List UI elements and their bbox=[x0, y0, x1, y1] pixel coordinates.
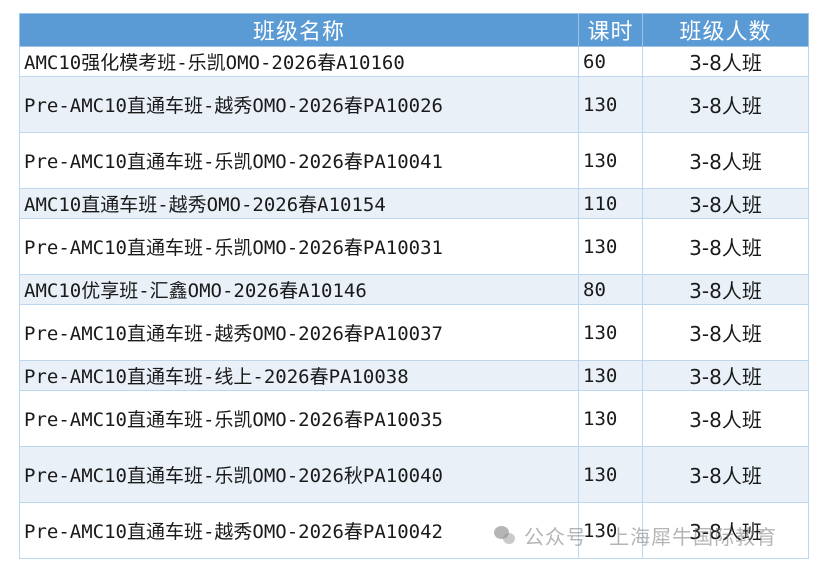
cell-hours: 130 bbox=[578, 390, 643, 447]
header-class-size: 班级人数 bbox=[642, 13, 809, 47]
table-row: AMC10优享班-汇鑫OMO-2026春A10146 80 3-8人班 bbox=[19, 274, 809, 305]
table-row: AMC10强化模考班-乐凯OMO-2026春A10160 60 3-8人班 bbox=[19, 46, 809, 77]
cell-hours: 80 bbox=[578, 274, 643, 305]
cell-class-name: Pre-AMC10直通车班-乐凯OMO-2026秋PA10040 bbox=[19, 446, 579, 503]
table-row: Pre-AMC10直通车班-乐凯OMO-2026秋PA10040 130 3-8… bbox=[19, 446, 809, 503]
cell-class-size: 3-8人班 bbox=[642, 446, 809, 503]
cell-class-name: Pre-AMC10直通车班-乐凯OMO-2026春PA10041 bbox=[19, 132, 579, 189]
cell-class-name: AMC10直通车班-越秀OMO-2026春A10154 bbox=[19, 188, 579, 219]
header-hours: 课时 bbox=[578, 13, 643, 47]
cell-class-name: Pre-AMC10直通车班-越秀OMO-2026春PA10026 bbox=[19, 76, 579, 133]
class-table: 班级名称 课时 班级人数 AMC10强化模考班-乐凯OMO-2026春A1016… bbox=[19, 13, 809, 559]
cell-class-size: 3-8人班 bbox=[642, 132, 809, 189]
cell-class-name: Pre-AMC10直通车班-越秀OMO-2026春PA10037 bbox=[19, 304, 579, 361]
cell-hours: 60 bbox=[578, 46, 643, 77]
cell-class-name: Pre-AMC10直通车班-线上-2026春PA10038 bbox=[19, 360, 579, 391]
cell-class-size: 3-8人班 bbox=[642, 390, 809, 447]
cell-hours: 130 bbox=[578, 218, 643, 275]
cell-class-name: Pre-AMC10直通车班-乐凯OMO-2026春PA10035 bbox=[19, 390, 579, 447]
table-row: AMC10直通车班-越秀OMO-2026春A10154 110 3-8人班 bbox=[19, 188, 809, 219]
cell-hours: 110 bbox=[578, 188, 643, 219]
cell-class-size: 3-8人班 bbox=[642, 188, 809, 219]
table-row: Pre-AMC10直通车班-越秀OMO-2026春PA10037 130 3-8… bbox=[19, 304, 809, 361]
cell-class-size: 3-8人班 bbox=[642, 218, 809, 275]
class-table-container: 班级名称 课时 班级人数 AMC10强化模考班-乐凯OMO-2026春A1016… bbox=[19, 13, 809, 559]
cell-class-name: AMC10强化模考班-乐凯OMO-2026春A10160 bbox=[19, 46, 579, 77]
cell-hours: 130 bbox=[578, 132, 643, 189]
table-header-row: 班级名称 课时 班级人数 bbox=[19, 13, 809, 47]
cell-hours: 130 bbox=[578, 446, 643, 503]
cell-class-size: 3-8人班 bbox=[642, 46, 809, 77]
header-class-name: 班级名称 bbox=[19, 13, 579, 47]
watermark-text: 公众号 · 上海犀牛国际教育 bbox=[524, 524, 778, 549]
cell-class-size: 3-8人班 bbox=[642, 76, 809, 133]
table-row: Pre-AMC10直通车班-乐凯OMO-2026春PA10041 130 3-8… bbox=[19, 132, 809, 189]
cell-class-name: AMC10优享班-汇鑫OMO-2026春A10146 bbox=[19, 274, 579, 305]
watermark: 公众号 · 上海犀牛国际教育 bbox=[494, 518, 777, 552]
cell-class-name: Pre-AMC10直通车班-乐凯OMO-2026春PA10031 bbox=[19, 218, 579, 275]
table-row: Pre-AMC10直通车班-乐凯OMO-2026春PA10031 130 3-8… bbox=[19, 218, 809, 275]
cell-class-size: 3-8人班 bbox=[642, 360, 809, 391]
cell-class-size: 3-8人班 bbox=[642, 304, 809, 361]
cell-hours: 130 bbox=[578, 304, 643, 361]
cell-hours: 130 bbox=[578, 360, 643, 391]
wechat-icon bbox=[494, 524, 516, 546]
cell-class-size: 3-8人班 bbox=[642, 274, 809, 305]
table-row: Pre-AMC10直通车班-越秀OMO-2026春PA10026 130 3-8… bbox=[19, 76, 809, 133]
cell-hours: 130 bbox=[578, 76, 643, 133]
table-row: Pre-AMC10直通车班-线上-2026春PA10038 130 3-8人班 bbox=[19, 360, 809, 391]
table-row: Pre-AMC10直通车班-乐凯OMO-2026春PA10035 130 3-8… bbox=[19, 390, 809, 447]
